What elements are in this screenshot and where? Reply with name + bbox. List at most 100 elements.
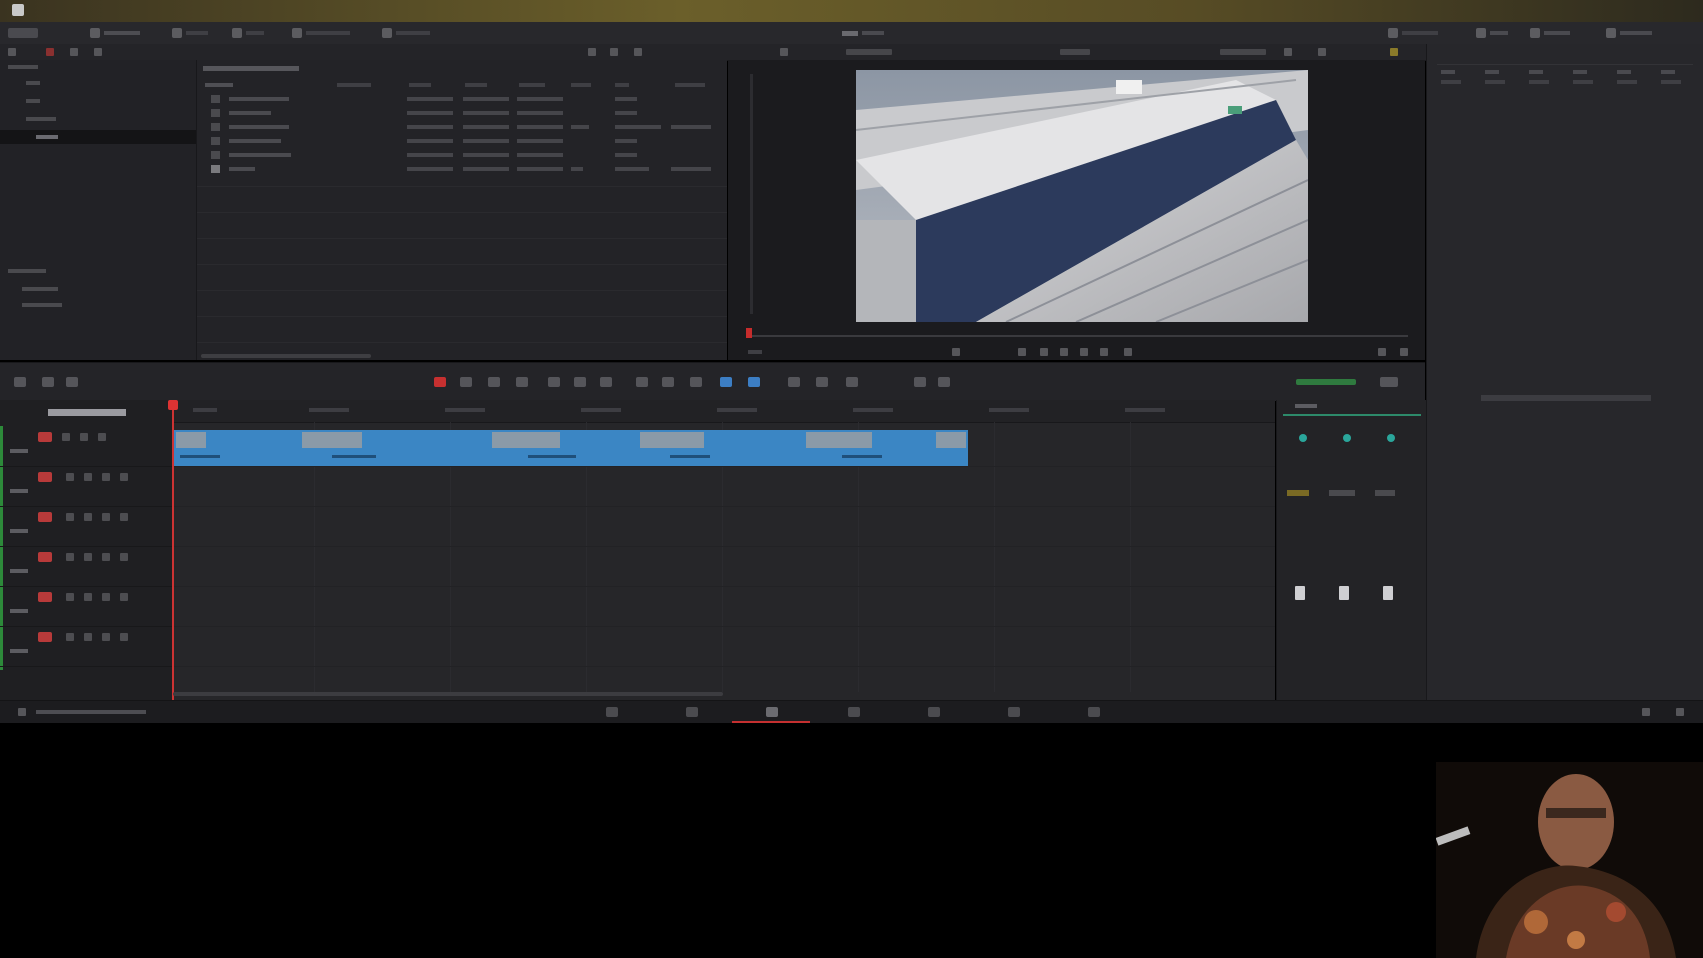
column-fps[interactable] [571,80,591,89]
bin-item[interactable] [26,96,40,110]
column-duration[interactable] [519,80,545,89]
media-clip-row[interactable] [211,134,721,148]
column-start[interactable] [409,80,431,89]
position-lock-icon[interactable] [690,377,702,387]
timeline-clip[interactable] [174,430,303,466]
sound-library-button[interactable] [292,26,350,40]
viewer-playhead[interactable] [746,328,752,338]
timeline-clip[interactable] [492,430,641,466]
track-lock-icon[interactable] [38,472,52,482]
timeline-view-icon[interactable] [42,377,54,387]
app-home-icon[interactable] [18,708,26,716]
timeline-ruler[interactable] [173,400,1275,423]
page-deliver-icon[interactable] [1088,707,1100,717]
page-fairlight-icon[interactable] [1008,707,1020,717]
viewer-mode-icon[interactable] [588,48,596,56]
viewer-frame[interactable] [856,70,1308,322]
zoom-detail-icon[interactable] [816,377,828,387]
viewer-options-icon[interactable] [1284,48,1292,56]
linked-selection-icon[interactable] [662,377,674,387]
timeline-clip[interactable] [640,430,807,466]
timeline-clip[interactable] [302,430,493,466]
inspector-button[interactable] [1606,26,1652,40]
bypass-icon[interactable] [1390,48,1398,56]
pan-knob[interactable] [1343,434,1351,442]
list-view-icon[interactable] [8,48,16,56]
selection-tool-icon[interactable] [460,377,472,387]
viewer-settings-icon[interactable] [1318,48,1326,56]
viewer-scrubber[interactable] [748,335,1408,337]
blade-tool-icon[interactable] [516,377,528,387]
snapping-icon[interactable] [636,377,648,387]
timeline-clip[interactable] [806,430,968,466]
trim-tool-icon[interactable] [488,377,500,387]
track-header-video[interactable] [0,426,172,467]
timeline-index-icon[interactable] [66,377,78,387]
jog-icon[interactable] [952,348,960,356]
record-icon[interactable] [46,48,54,56]
mixer-button[interactable] [1388,26,1438,40]
pan-knob[interactable] [1387,434,1395,442]
zoom-custom-icon[interactable] [846,377,858,387]
stop-icon[interactable] [1060,348,1068,356]
timeline-scrollbar[interactable] [173,692,723,696]
page-fusion-icon[interactable] [848,707,860,717]
go-to-end-icon[interactable] [1100,348,1108,356]
metadata-panel-button[interactable] [1476,26,1508,40]
column-reel[interactable] [337,80,371,89]
audio-track-lane[interactable] [173,466,1275,507]
track-lock-icon[interactable] [38,512,52,522]
replace-clip-icon[interactable] [600,377,612,387]
media-clip-row[interactable] [211,148,721,162]
audio-track-lane[interactable] [173,586,1275,627]
media-clip-row[interactable] [211,120,721,134]
smart-bin-item[interactable] [22,300,62,314]
loop-icon[interactable] [1124,348,1132,356]
undo-icon[interactable] [914,377,926,387]
viewer-menu-icon[interactable] [780,48,788,56]
track-header-audio[interactable] [0,586,172,627]
go-to-start-icon[interactable] [1018,348,1026,356]
toolbar-logo-button[interactable] [8,26,38,40]
track-lock-icon[interactable] [38,592,52,602]
track-lock-icon[interactable] [38,632,52,642]
column-end[interactable] [465,80,487,89]
bin-item[interactable] [26,114,56,128]
column-codec[interactable] [675,80,705,89]
mixer-toggle-icon[interactable] [1380,377,1398,387]
flag-icon[interactable] [720,377,732,387]
track-header-audio[interactable] [0,626,172,667]
grid-view-icon[interactable] [70,48,78,56]
viewer-zoom-icon[interactable] [634,48,642,56]
insert-clip-icon[interactable] [548,377,560,387]
audio-track-lane[interactable] [173,506,1275,547]
channel-fader[interactable] [1339,586,1349,600]
audio-track-lane[interactable] [173,626,1275,667]
mixer-channel[interactable] [1369,420,1409,680]
zoom-full-icon[interactable] [788,377,800,387]
media-clip-row[interactable] [211,106,721,120]
page-color-icon[interactable] [928,707,940,717]
timeline-view-options-icon[interactable] [14,377,26,387]
column-type[interactable] [615,80,629,89]
page-cut-icon[interactable] [686,707,698,717]
channel-fader[interactable] [1383,586,1393,600]
reverse-icon[interactable] [1040,348,1048,356]
marker-icon[interactable] [748,377,760,387]
page-media-icon[interactable] [606,707,618,717]
audio-track-lane[interactable] [173,546,1275,587]
overwrite-clip-icon[interactable] [574,377,586,387]
track-lock-icon[interactable] [38,432,52,442]
column-clip-name[interactable] [205,80,233,89]
channel-fader[interactable] [1295,586,1305,600]
mixer-channel[interactable] [1325,420,1365,680]
media-clip-row[interactable] [211,162,721,176]
track-header-audio[interactable] [0,466,172,507]
effects-button[interactable] [172,26,208,40]
track-header-audio[interactable] [0,546,172,587]
edit-index-button[interactable] [232,26,264,40]
project-settings-icon[interactable] [1676,708,1684,716]
sort-icon[interactable] [94,48,102,56]
record-button-icon[interactable] [434,377,446,387]
timeline-playhead-handle[interactable] [168,400,178,410]
